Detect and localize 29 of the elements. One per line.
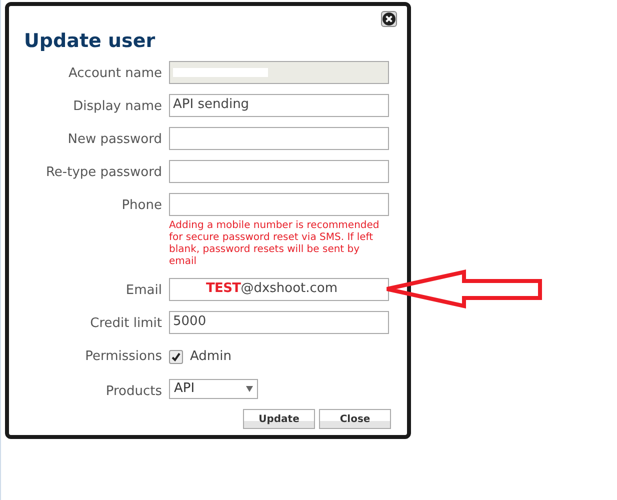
checkmark-icon: [171, 352, 181, 362]
field-label: Products: [106, 382, 162, 400]
field-label: Display name: [73, 98, 162, 116]
input-field[interactable]: [169, 192, 389, 216]
field-value: API sending: [173, 96, 250, 114]
field-label: Account name: [68, 64, 162, 82]
field-label: Credit limit: [90, 314, 162, 332]
dialog-button[interactable]: Update: [243, 409, 315, 429]
field-label: Phone: [122, 196, 162, 214]
checkbox-label: Admin: [190, 348, 232, 366]
dialog-title: Update user: [24, 29, 156, 54]
hint-text: Adding a mobile number is recommended for secure password reset via SMS. If left blank, password resets will be sent by email: [169, 220, 380, 268]
annotation-text: TEST: [206, 280, 241, 298]
field-label: New password: [68, 130, 162, 148]
field-value: 5000: [173, 313, 206, 332]
dialog-button[interactable]: Close: [319, 409, 391, 429]
input-field[interactable]: [169, 126, 389, 150]
input-field[interactable]: API sending: [169, 94, 389, 116]
close-icon[interactable]: [381, 11, 397, 27]
input-field[interactable]: TEST@dxshoot.com: [169, 278, 389, 300]
field-label: Re-type password: [46, 164, 162, 182]
product-select[interactable]: API: [169, 378, 258, 398]
dropdown-caret-icon: [246, 386, 253, 392]
field-value: @dxshoot.com: [240, 280, 338, 298]
field-label: Email: [126, 282, 162, 300]
checkbox[interactable]: [169, 350, 183, 364]
input-field[interactable]: [169, 160, 389, 182]
input-field[interactable]: 5000: [169, 310, 389, 334]
field-label: Permissions: [85, 348, 162, 366]
